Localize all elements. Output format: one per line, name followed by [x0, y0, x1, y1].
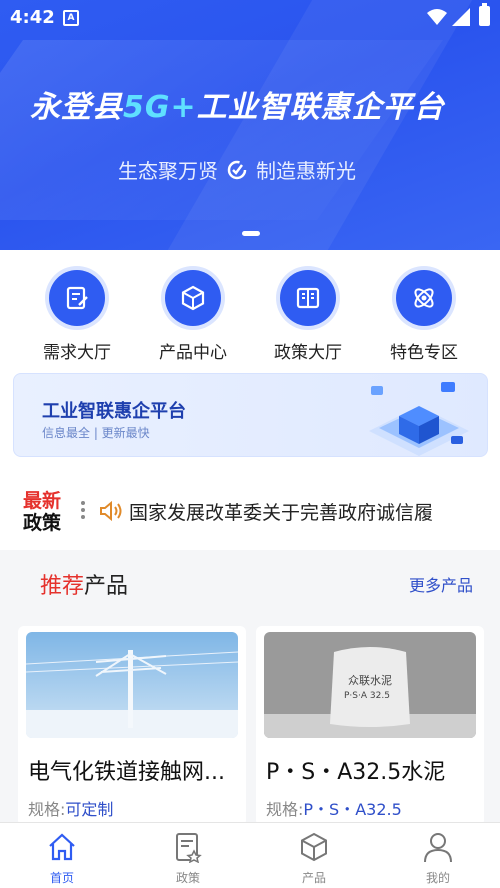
product-card[interactable]: 众联水泥 P·S·A 32.5 P・S・A32.5水泥 规格:P・S・A32.5 — [256, 626, 484, 826]
battery-icon — [479, 3, 490, 26]
product-spec: 规格:P・S・A32.5 — [266, 800, 402, 819]
product-name: 电气化铁道接触网... — [28, 760, 225, 785]
banner-subtitle-left: 生态聚万贤 — [118, 159, 218, 183]
cube-icon — [165, 270, 221, 326]
hero-banner[interactable]: 4:42 A 永登县5G+工业智联惠企平台 生态聚万贤 制造惠新光 — [0, 0, 500, 250]
product-image — [26, 632, 238, 738]
quick-menu: 需求大厅 产品中心 政策大厅 特色专区 — [0, 270, 500, 365]
edit-doc-icon — [49, 270, 105, 326]
cube-icon — [301, 832, 327, 862]
policy-doc-icon — [176, 833, 202, 863]
news-headline[interactable]: 国家发展改革委关于完善政府诚信履 — [129, 498, 433, 525]
promo-subtitle: 信息最全 | 更新最快 — [42, 426, 150, 440]
carousel-indicator — [242, 231, 260, 236]
banner-subtitle-right: 制造惠新光 — [256, 159, 356, 183]
platform-promo-banner[interactable]: 工业智联惠企平台 信息最全 | 更新最快 — [13, 373, 488, 457]
menu-item-label: 政策大厅 — [274, 343, 342, 363]
product-spec: 规格:可定制 — [28, 800, 114, 819]
separator-dots — [81, 501, 85, 522]
menu-item-special-zone[interactable]: 特色专区 — [364, 270, 484, 363]
isometric-platform-illustration — [369, 382, 469, 456]
atom-icon — [396, 270, 452, 326]
tab-label: 政策 — [175, 871, 200, 885]
section-title: 推荐产品 — [40, 574, 129, 599]
status-bar: 4:42 A — [0, 0, 500, 36]
banner-subtitle: 生态聚万贤 制造惠新光 — [118, 155, 356, 184]
app-notification-icon: A — [63, 10, 79, 26]
tab-home[interactable]: 首页 — [22, 829, 102, 886]
promo-title: 工业智联惠企平台 — [42, 401, 186, 422]
tab-mine[interactable]: 我的 — [398, 829, 478, 886]
wifi-icon — [427, 9, 447, 25]
menu-item-label: 需求大厅 — [43, 343, 111, 363]
tab-label: 我的 — [425, 871, 450, 885]
product-card[interactable]: 电气化铁道接触网... 规格:可定制 — [18, 626, 246, 826]
bottom-tab-bar: 首页 政策 产品 我的 — [0, 822, 500, 888]
tab-policy[interactable]: 政策 — [148, 829, 228, 886]
tab-label: 首页 — [49, 871, 74, 885]
tab-label: 产品 — [301, 871, 326, 885]
tab-products[interactable]: 产品 — [274, 829, 354, 886]
user-icon — [424, 833, 452, 863]
banner-title: 永登县5G+工业智联惠企平台 — [30, 90, 445, 125]
menu-item-policy-hall[interactable]: 政策大厅 — [248, 270, 368, 363]
menu-item-product-center[interactable]: 产品中心 — [133, 270, 253, 363]
signal-icon — [452, 8, 470, 26]
bag-spec-text: P·S·A 32.5 — [344, 691, 390, 701]
menu-item-demand-hall[interactable]: 需求大厅 — [17, 270, 137, 363]
menu-item-label: 产品中心 — [159, 343, 227, 363]
check-circle-icon — [227, 160, 247, 179]
book-icon — [280, 270, 336, 326]
bag-brand-text: 众联水泥 — [348, 674, 392, 687]
home-icon — [49, 833, 75, 861]
recommended-products-header: 推荐产品 更多产品 — [0, 560, 500, 604]
product-image: 众联水泥 P·S·A 32.5 — [264, 632, 476, 738]
product-name: P・S・A32.5水泥 — [266, 760, 446, 785]
status-time: 4:42 — [10, 7, 55, 28]
latest-policy-badge: 最新 政策 — [23, 490, 62, 534]
more-products-link[interactable]: 更多产品 — [409, 572, 473, 596]
menu-item-label: 特色专区 — [390, 343, 458, 363]
policy-news-ticker[interactable]: 最新 政策 国家发展改革委关于完善政府诚信履 — [13, 477, 488, 549]
speaker-icon — [100, 500, 122, 522]
